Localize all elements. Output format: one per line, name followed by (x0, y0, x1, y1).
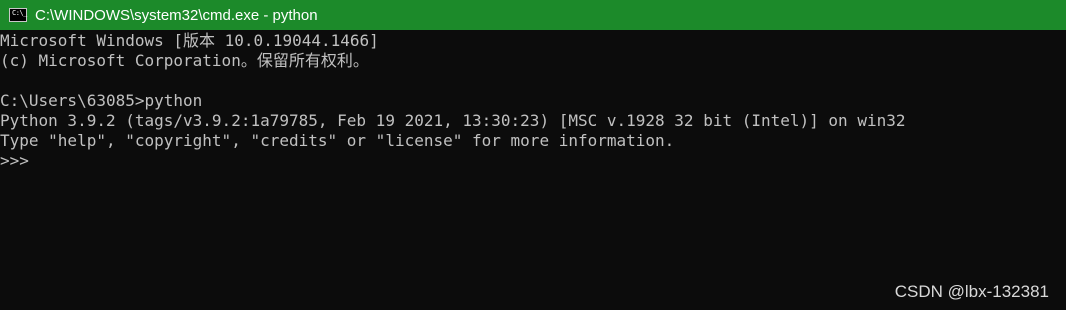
window-title: C:\WINDOWS\system32\cmd.exe - python (35, 6, 318, 24)
cmd-icon: C:\_ (9, 8, 27, 22)
cmd-icon-label: C:\_ (12, 9, 27, 17)
console-line-command: C:\Users\63085>python (0, 91, 203, 110)
title-bar[interactable]: C:\_ C:\WINDOWS\system32\cmd.exe - pytho… (0, 0, 1066, 30)
console-line-help-hint: Type "help", "copyright", "credits" or "… (0, 131, 675, 150)
console-line-version: Microsoft Windows [版本 10.0.19044.1466] (0, 31, 379, 50)
python-prompt[interactable]: >>> (0, 151, 1066, 171)
console-line-copyright: (c) Microsoft Corporation。保留所有权利。 (0, 51, 369, 70)
watermark: CSDN @lbx-132381 (894, 282, 1049, 301)
console-line-python-version: Python 3.9.2 (tags/v3.9.2:1a79785, Feb 1… (0, 111, 906, 130)
console-output[interactable]: Microsoft Windows [版本 10.0.19044.1466] (… (0, 31, 1066, 310)
cmd-window: C:\_ C:\WINDOWS\system32\cmd.exe - pytho… (0, 0, 1066, 310)
